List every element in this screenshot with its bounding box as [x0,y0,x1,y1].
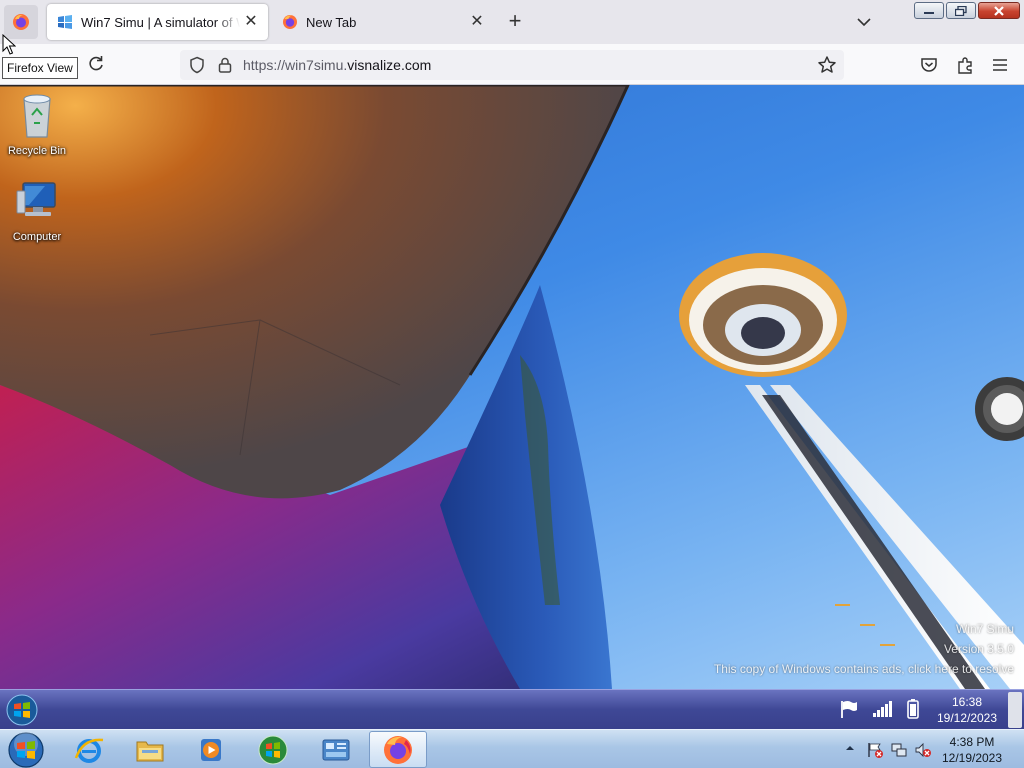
tab-title: New Tab [306,14,357,30]
simulated-date: 19/12/2023 [936,711,998,725]
taskbar-firefox[interactable] [369,731,427,768]
restore-button[interactable] [946,2,976,19]
recycle-bin-icon [23,94,51,138]
internet-explorer-icon [74,738,104,763]
watermark-product: Win7 Simu [955,622,1014,636]
system-date: 12/19/2023 [941,751,1003,765]
new-tab-button[interactable]: + [503,10,527,34]
hamburger-menu-icon[interactable] [990,55,1010,75]
simulated-time: 16:38 [951,695,983,709]
minimize-icon [924,11,934,14]
taskbar-internet-explorer[interactable] [60,731,118,768]
volume-muted-icon[interactable] [914,741,932,759]
host-taskbar: 4:38 PM 12/19/2023 [0,729,1024,768]
desktop[interactable]: Recycle Bin Computer Win7 Simu Version 3… [0,85,1024,689]
system-time: 4:38 PM [949,735,995,749]
firefox-icon [384,735,412,764]
flag-icon[interactable] [838,698,860,720]
signal-icon[interactable] [871,698,893,720]
show-desktop-button[interactable] [1008,692,1022,728]
simulated-taskbar: 16:38 19/12/2023 [0,689,1024,729]
action-center-flag-icon[interactable] [866,741,884,759]
list-all-tabs-chevron-icon[interactable] [852,10,876,34]
url-text[interactable]: https://win7simu.visnalize.com [243,57,431,73]
url-host: visnalize.com [347,57,432,73]
mouse-pointer-icon [2,34,16,55]
show-hidden-icons-chevron-icon[interactable] [844,742,856,754]
windows-logo-icon [258,735,288,764]
watermark-ads-notice[interactable]: This copy of Windows contains ads, click… [714,659,1014,679]
close-tab-button[interactable]: ✕ [466,11,488,33]
tab-bar: Win7 Simu | A simulator of Windows 7 ✕ N… [0,0,1024,44]
seattle-space-needle-wallpaper [0,85,1024,689]
tracking-protection-shield-icon[interactable] [188,56,206,74]
desktop-icon-label: Recycle Bin [7,145,67,157]
close-tab-button[interactable]: ✕ [240,11,262,33]
tab-title: Win7 Simu | A simulator of Windows 7 [81,14,240,30]
close-window-button[interactable] [978,2,1020,19]
bookmark-star-icon[interactable] [817,55,837,75]
tab-win7simu[interactable]: Win7 Simu | A simulator of Windows 7 ✕ [47,4,268,40]
win7simu-favicon [58,15,72,29]
taskbar-file-explorer[interactable] [121,731,179,768]
desktop-icon-recycle-bin[interactable]: Recycle Bin [2,91,72,157]
file-explorer-icon [136,741,164,761]
windows-start-orb-icon[interactable] [6,694,38,726]
windows-watermark: Win7 Simu Version 3.5.0 This copy of Win… [714,619,1014,679]
url-scheme: https:// [243,57,286,73]
pocket-icon[interactable] [919,55,939,75]
taskbar-windows[interactable] [244,731,302,768]
simulated-clock[interactable]: 16:38 19/12/2023 [926,694,1008,726]
restore-icon [955,5,967,16]
lock-icon[interactable] [216,56,234,74]
extensions-puzzle-icon[interactable] [955,55,975,75]
control-panel-icon [322,739,350,760]
window-controls [914,2,1020,19]
taskbar-control-panel[interactable] [307,731,365,768]
desktop-icon-computer[interactable]: Computer [2,177,72,243]
firefox-icon [13,14,29,30]
tab-new-tab[interactable]: New Tab ✕ [272,4,494,40]
close-icon [994,5,1004,16]
battery-icon[interactable] [902,698,924,720]
network-icon[interactable] [890,741,908,759]
computer-icon [16,182,56,216]
system-clock[interactable]: 4:38 PM 12/19/2023 [940,734,1004,766]
firefox-favicon [283,15,297,29]
reload-icon[interactable] [86,54,106,74]
start-button-orb-icon[interactable] [8,732,44,768]
desktop-icon-label: Computer [12,231,62,243]
url-host-prefix: win7simu. [285,57,348,73]
media-player-icon [201,738,221,761]
firefox-view-tooltip: Firefox View [2,57,78,79]
watermark-version: Version 3.5.0 [943,642,1014,656]
taskbar-media-player[interactable] [182,731,240,768]
minimize-button[interactable] [914,2,944,19]
